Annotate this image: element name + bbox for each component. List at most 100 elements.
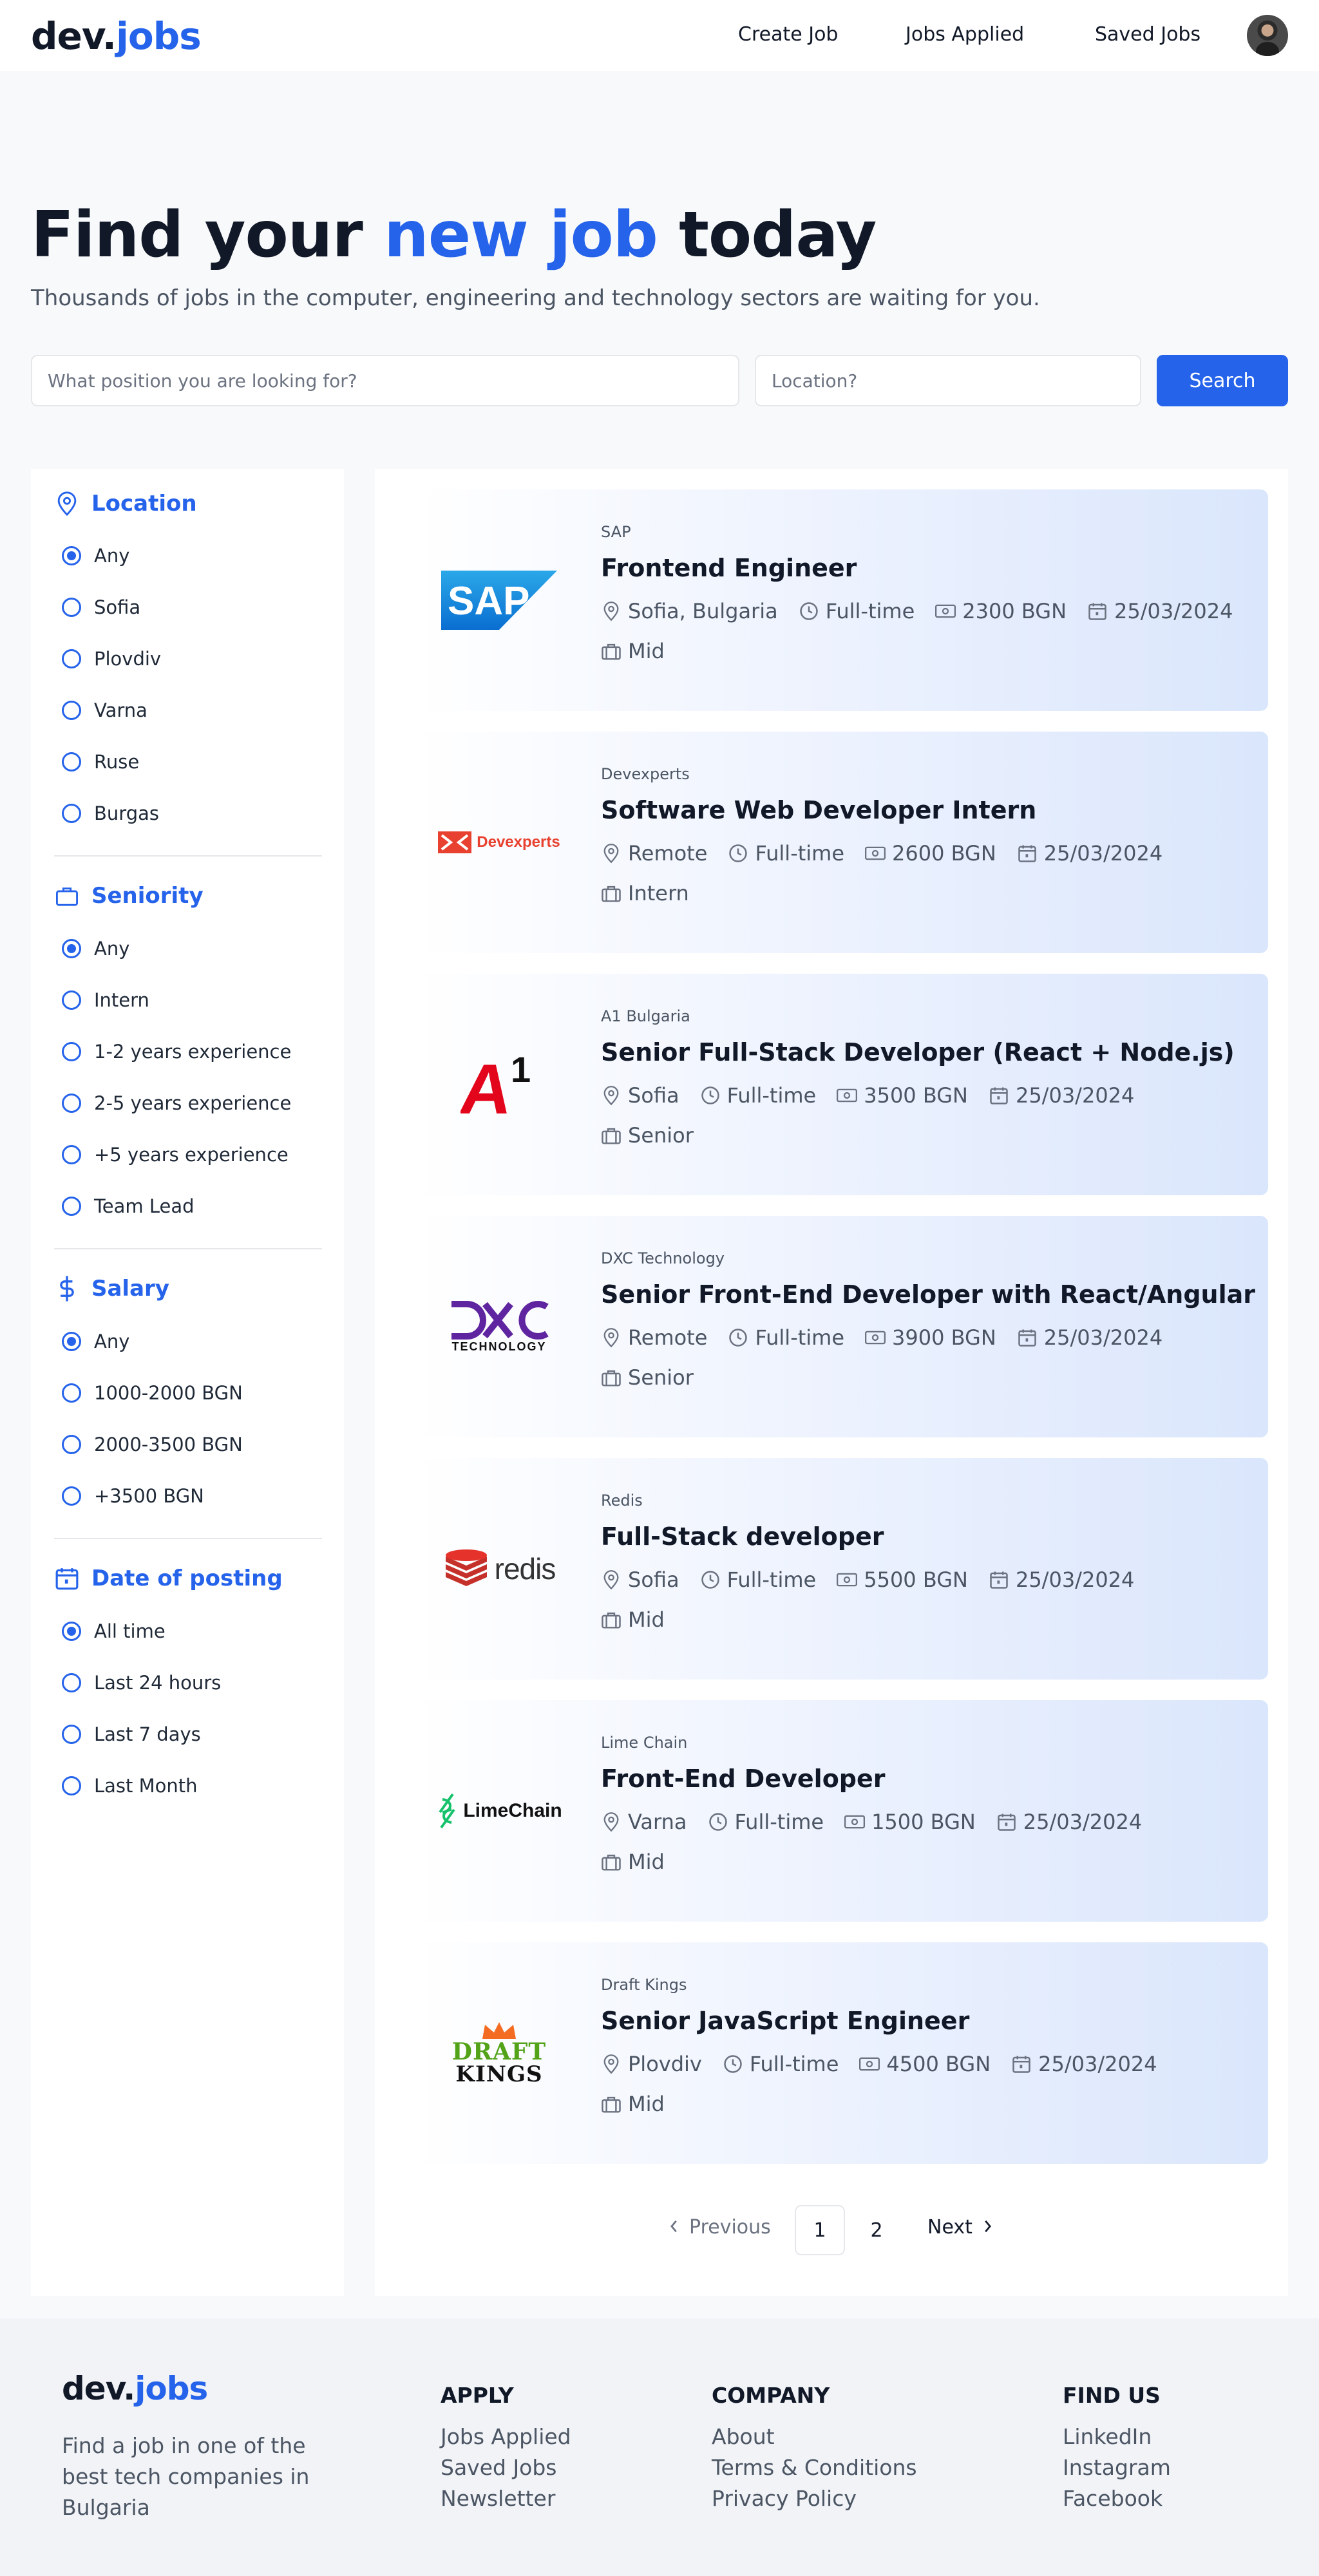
footer-link-facebook[interactable]: Facebook (1063, 2486, 1162, 2511)
map-pin-icon (601, 1812, 622, 1832)
footer-link-terms[interactable]: Terms & Conditions (712, 2455, 917, 2480)
location-option-burgas[interactable]: Burgas (62, 802, 159, 824)
radio[interactable] (62, 1197, 81, 1216)
calendar-icon (989, 1569, 1009, 1590)
footer-logo[interactable]: dev.jobs (62, 2370, 208, 2407)
pagination-page-1[interactable]: 1 (795, 2205, 845, 2255)
job-type: Full-time (799, 599, 915, 623)
calendar-icon (1017, 1327, 1038, 1348)
radio[interactable] (62, 1145, 81, 1164)
location-option-ruse[interactable]: Ruse (62, 751, 139, 773)
job-card-sap[interactable]: SAP SAP Frontend Engineer Sofia, Bulgaria Fu… (415, 489, 1268, 711)
job-date: 25/03/2024 (989, 1083, 1134, 1108)
date-option-all-time[interactable]: All time (62, 1620, 166, 1642)
location-option-varna[interactable]: Varna (62, 699, 147, 721)
radio[interactable] (62, 804, 81, 823)
radio[interactable] (62, 1725, 81, 1744)
job-card-dxc-technology[interactable]: TECHNOLOGY DXC Technology Senior Front-End… (415, 1216, 1268, 1437)
position-search-input[interactable] (31, 355, 739, 406)
radio-checked[interactable] (62, 546, 81, 565)
salary-option-any[interactable]: Any (62, 1331, 129, 1352)
radio-checked[interactable] (62, 1622, 81, 1641)
job-title[interactable]: Frontend Engineer (601, 554, 857, 582)
option-label: Varna (94, 699, 147, 721)
footer-link-jobs-applied[interactable]: Jobs Applied (441, 2424, 571, 2449)
footer-link-linkedin[interactable]: LinkedIn (1063, 2424, 1152, 2449)
filter-divider (54, 1248, 322, 1249)
radio[interactable] (62, 649, 81, 668)
briefcase-icon (54, 883, 80, 909)
nav-create-job[interactable]: Create Job (738, 23, 838, 46)
job-company: SAP (601, 523, 631, 541)
hero-title: Find your new job today (31, 198, 877, 272)
nav-saved-jobs[interactable]: Saved Jobs (1095, 23, 1200, 46)
radio-checked[interactable] (62, 1332, 81, 1351)
job-salary: 5500 BGN (837, 1567, 968, 1592)
radio[interactable] (62, 598, 81, 617)
radio[interactable] (62, 1776, 81, 1795)
job-title[interactable]: Senior JavaScript Engineer (601, 2007, 969, 2035)
location-option-sofia[interactable]: Sofia (62, 596, 140, 618)
seniority-option-2-5-years[interactable]: 2-5 years experience (62, 1092, 291, 1114)
job-title[interactable]: Software Web Developer Intern (601, 796, 1036, 824)
job-card-redis[interactable]: redis Redis Full-Stack developer Sofia Full-… (415, 1458, 1268, 1680)
site-logo[interactable]: dev.jobs (31, 14, 202, 58)
chevron-right-icon (982, 2216, 993, 2239)
seniority-option-1-2-years[interactable]: 1-2 years experience (62, 1041, 291, 1063)
calendar-icon (54, 1566, 80, 1591)
radio[interactable] (62, 752, 81, 772)
footer-link-saved-jobs[interactable]: Saved Jobs (441, 2455, 557, 2480)
radio[interactable] (62, 1094, 81, 1113)
job-card-a1-bulgaria[interactable]: A 1 A1 Bulgaria Senior Full-Stack Developer… (415, 974, 1268, 1195)
radio[interactable] (62, 1435, 81, 1454)
radio[interactable] (62, 990, 81, 1010)
radio[interactable] (62, 1673, 81, 1692)
date-option-24-hours[interactable]: Last 24 hours (62, 1672, 221, 1694)
filters-sidebar: Location Any Sofia Plovdiv Varna Ruse Bu… (31, 469, 344, 2296)
job-title[interactable]: Senior Front-End Developer with React/An… (601, 1280, 1255, 1309)
job-card-lime-chain[interactable]: LimeChain Lime Chain Front-End Developer Va… (415, 1700, 1268, 1922)
location-option-plovdiv[interactable]: Plovdiv (62, 648, 161, 670)
user-avatar[interactable] (1247, 15, 1288, 56)
salary-option-2000-3500[interactable]: 2000-3500 BGN (62, 1434, 243, 1455)
footer-link-newsletter[interactable]: Newsletter (441, 2486, 555, 2511)
job-title[interactable]: Senior Full-Stack Developer (React + Nod… (601, 1038, 1235, 1066)
footer-link-instagram[interactable]: Instagram (1063, 2455, 1171, 2480)
location-search-input[interactable] (755, 355, 1141, 406)
job-location: Plovdiv (601, 2052, 702, 2076)
location-option-any[interactable]: Any (62, 545, 129, 567)
search-button[interactable]: Search (1157, 355, 1288, 406)
salary-option-1000-2000[interactable]: 1000-2000 BGN (62, 1382, 243, 1404)
radio[interactable] (62, 701, 81, 720)
footer-logo-jobs: jobs (135, 2370, 208, 2407)
pagination-previous[interactable]: Previous (669, 2216, 771, 2239)
job-title[interactable]: Full-Stack developer (601, 1522, 884, 1551)
job-level: Mid (601, 2092, 665, 2116)
footer-link-privacy[interactable]: Privacy Policy (712, 2486, 857, 2511)
date-option-last-month[interactable]: Last Month (62, 1775, 198, 1797)
nav-jobs-applied[interactable]: Jobs Applied (906, 23, 1024, 46)
date-option-7-days[interactable]: Last 7 days (62, 1723, 201, 1745)
job-card-draft-kings[interactable]: DRAFT KINGS Draft Kings Senior JavaScript E… (415, 1942, 1268, 2164)
seniority-option-intern[interactable]: Intern (62, 989, 149, 1011)
pagination-next[interactable]: Next (927, 2216, 993, 2239)
job-level-text: Senior (628, 1365, 694, 1390)
seniority-option-5-plus-years[interactable]: +5 years experience (62, 1144, 289, 1166)
chevron-left-icon (669, 2216, 680, 2239)
job-title[interactable]: Front-End Developer (601, 1765, 886, 1793)
seniority-option-team-lead[interactable]: Team Lead (62, 1195, 195, 1217)
salary-option-3500-plus[interactable]: +3500 BGN (62, 1485, 204, 1507)
hero-title-accent: new job (384, 198, 658, 272)
radio-checked[interactable] (62, 939, 81, 958)
draftkings-logo-text-1: DRAFT (451, 2038, 547, 2065)
pagination-page-2[interactable]: 2 (851, 2205, 902, 2255)
radio[interactable] (62, 1486, 81, 1506)
radio[interactable] (62, 1383, 81, 1403)
filter-divider (54, 1538, 322, 1539)
job-card-devexperts[interactable]: Devexperts Devexperts Software Web Develop… (415, 732, 1268, 953)
radio[interactable] (62, 1042, 81, 1061)
seniority-option-any[interactable]: Any (62, 938, 129, 960)
footer-link-about[interactable]: About (712, 2424, 775, 2449)
option-label: Intern (94, 989, 149, 1011)
filter-salary-title: Salary (91, 1276, 169, 1302)
